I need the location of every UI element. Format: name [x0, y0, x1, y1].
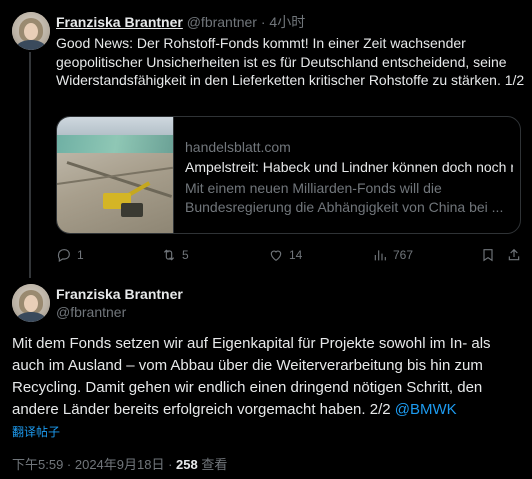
post-text: Good News: Der Rohstoff-Fonds kommt! In …: [56, 35, 525, 88]
repost-button[interactable]: 5: [161, 245, 189, 265]
views-label: 查看: [197, 457, 228, 472]
post-time[interactable]: 4小时: [269, 14, 305, 30]
author-handle[interactable]: @fbrantner: [56, 304, 126, 320]
repost-count: 5: [182, 248, 189, 262]
card-body: handelsblatt.com Ampelstreit: Habeck und…: [185, 117, 515, 233]
reply-count: 1: [77, 248, 84, 262]
views-icon: [374, 250, 386, 261]
like-icon: [270, 250, 282, 262]
mention-link[interactable]: @BMWK: [395, 401, 457, 418]
bookmark-icon: [483, 249, 493, 262]
reply-icon: [57, 249, 70, 263]
like-count: 14: [289, 248, 303, 262]
card-domain: handelsblatt.com: [185, 139, 291, 155]
share-icon: [508, 248, 520, 261]
author-name[interactable]: Franziska Brantner: [56, 286, 183, 302]
post-header: Franziska Brantner @fbrantner · 4小时: [56, 13, 305, 31]
card-title: Ampelstreit: Habeck und Lindner können d…: [185, 159, 513, 175]
card-description: Mit einem neuen Milliarden-Fonds will di…: [185, 180, 504, 215]
translate-post-link[interactable]: 翻译帖子: [12, 423, 60, 440]
reply-button[interactable]: 1: [56, 245, 84, 265]
author-handle[interactable]: @fbrantner: [187, 14, 257, 30]
post-timestamp[interactable]: 下午5:59 · 2024年9月18日 ·: [12, 457, 176, 472]
repost-icon: [163, 249, 175, 261]
thread-connector-line: [29, 52, 31, 278]
views-count: 767: [393, 248, 414, 262]
post-meta: 下午5:59 · 2024年9月18日 · 258 查看: [12, 454, 227, 473]
share-button[interactable]: [506, 245, 522, 265]
avatar[interactable]: [12, 284, 50, 322]
post-actions: 1 5 14 767: [56, 245, 526, 265]
like-button[interactable]: 14: [268, 245, 302, 265]
views-button[interactable]: 767: [372, 245, 413, 265]
card-thumbnail: [57, 117, 174, 233]
avatar[interactable]: [12, 12, 50, 50]
view-count: 258: [176, 457, 198, 472]
bookmark-button[interactable]: [480, 245, 496, 265]
post-text: Mit dem Fonds setzen wir auf Eigenkapita…: [12, 333, 524, 421]
separator: ·: [260, 14, 266, 30]
author-name[interactable]: Franziska Brantner: [56, 14, 183, 30]
link-preview-card[interactable]: handelsblatt.com Ampelstreit: Habeck und…: [56, 116, 521, 234]
